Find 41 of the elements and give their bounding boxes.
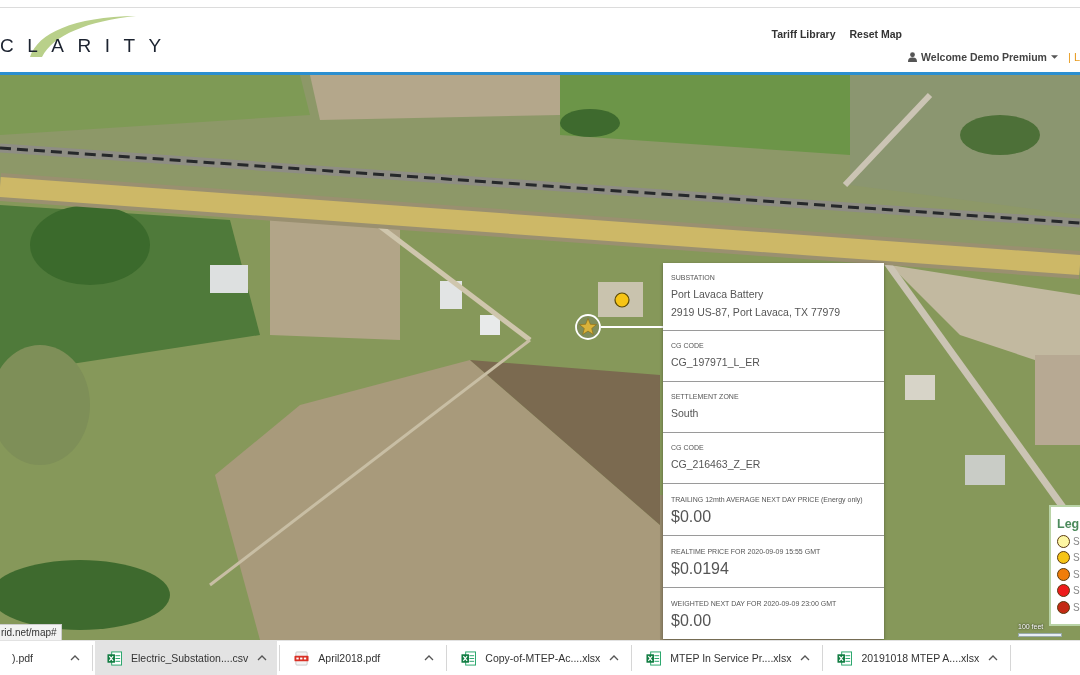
legend-label: S: [1073, 534, 1080, 548]
user-icon: [908, 52, 918, 62]
status-url: rid.net/map#: [0, 624, 62, 640]
download-item[interactable]: 20191018 MTEP A....xlsx: [825, 641, 1009, 675]
download-item[interactable]: April2018.pdf: [282, 641, 445, 675]
star-marker-icon[interactable]: [575, 314, 601, 340]
user-menu[interactable]: Welcome Demo Premium: [908, 50, 1058, 64]
caret-up-icon: [800, 655, 811, 661]
price-value: $0.00: [671, 507, 713, 527]
price-value: $0.00: [671, 611, 713, 631]
spreadsheet-file-icon: [107, 650, 122, 666]
download-item[interactable]: ).pdf: [0, 641, 90, 675]
legend-label: S: [1073, 584, 1080, 598]
field-value: CG_216463_Z_ER: [671, 457, 762, 472]
pdf-file-icon: [294, 650, 310, 666]
substation-marker-icon[interactable]: [614, 292, 630, 308]
spreadsheet-file-icon: [837, 650, 853, 666]
caret-up-icon: [70, 655, 80, 661]
nav-link[interactable]: Tariff Library: [771, 27, 836, 41]
legend-title: Leg: [1057, 516, 1080, 533]
caret-up-icon: [988, 655, 999, 661]
scale-bar: [1018, 633, 1062, 637]
caret-down-icon: [1050, 55, 1058, 59]
spreadsheet-file-icon: [461, 650, 477, 666]
spreadsheet-file-icon: [646, 650, 662, 666]
legend-label: S: [1073, 551, 1080, 565]
download-item[interactable]: MTEP In Service Pr....xlsx: [634, 641, 821, 675]
download-item[interactable]: Electric_Substation....csv: [95, 641, 278, 675]
field-value: 2919 US-87, Port Lavaca, TX 77979: [671, 305, 842, 320]
price-value: $0.0194: [671, 559, 730, 579]
field-value: CG_197971_L_ER: [671, 355, 761, 370]
caret-up-icon: [424, 655, 435, 661]
legend-label: S: [1073, 567, 1080, 581]
download-item[interactable]: Copy-of-MTEP-Ac....xlsx: [449, 641, 630, 675]
field-value: Port Lavaca Battery: [671, 287, 765, 302]
nav-link[interactable]: Reset Map: [849, 27, 902, 41]
logo-text: CLARITY: [0, 36, 175, 56]
legend-label: S: [1073, 600, 1080, 614]
caret-up-icon: [257, 655, 268, 661]
caret-up-icon: [609, 655, 620, 661]
field-value: South: [671, 406, 700, 421]
